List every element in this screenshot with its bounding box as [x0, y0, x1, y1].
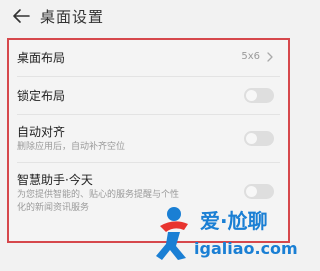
auto-align-toggle[interactable] [244, 131, 274, 146]
lock-layout-row: 锁定布局 [9, 80, 288, 110]
toggle-knob [246, 90, 257, 101]
lock-layout-toggle[interactable] [244, 88, 274, 103]
desktop-layout-value: 5x6 [241, 51, 260, 62]
settings-panel: 桌面布局 5x6 锁定布局 自动对齐 删除应用后，自动补齐空位 智慧助手·今天 … [7, 38, 290, 243]
divider [17, 76, 280, 77]
auto-align-row: 自动对齐 删除应用后，自动补齐空位 [9, 118, 288, 158]
desktop-layout-label: 桌面布局 [17, 51, 66, 65]
toggle-knob [246, 133, 257, 144]
auto-align-label: 自动对齐 [17, 125, 66, 139]
divider [17, 162, 280, 163]
lock-layout-label: 锁定布局 [17, 89, 66, 103]
divider [17, 114, 280, 115]
smart-assistant-row: 智慧助手·今天 为您提供智能的、贴心的服务提醒与个性 化的新闻资讯服务 [9, 166, 288, 226]
smart-assistant-description-line1: 为您提供智能的、贴心的服务提醒与个性 [17, 190, 180, 200]
smart-assistant-label: 智慧助手·今天 [17, 173, 93, 187]
smart-assistant-toggle[interactable] [244, 184, 274, 199]
header: 桌面设置 [0, 0, 303, 34]
chevron-right-icon [267, 52, 273, 62]
desktop-settings-page: 桌面设置 桌面布局 5x6 锁定布局 自动对齐 删除应用后，自动补齐空位 智慧助… [0, 0, 303, 271]
desktop-layout-row[interactable]: 桌面布局 5x6 [9, 40, 288, 74]
back-arrow-icon[interactable] [12, 8, 30, 24]
auto-align-description: 删除应用后，自动补齐空位 [17, 142, 126, 152]
toggle-knob [246, 186, 257, 197]
page-title: 桌面设置 [40, 8, 105, 26]
smart-assistant-description-line2: 化的新闻资讯服务 [17, 203, 90, 213]
